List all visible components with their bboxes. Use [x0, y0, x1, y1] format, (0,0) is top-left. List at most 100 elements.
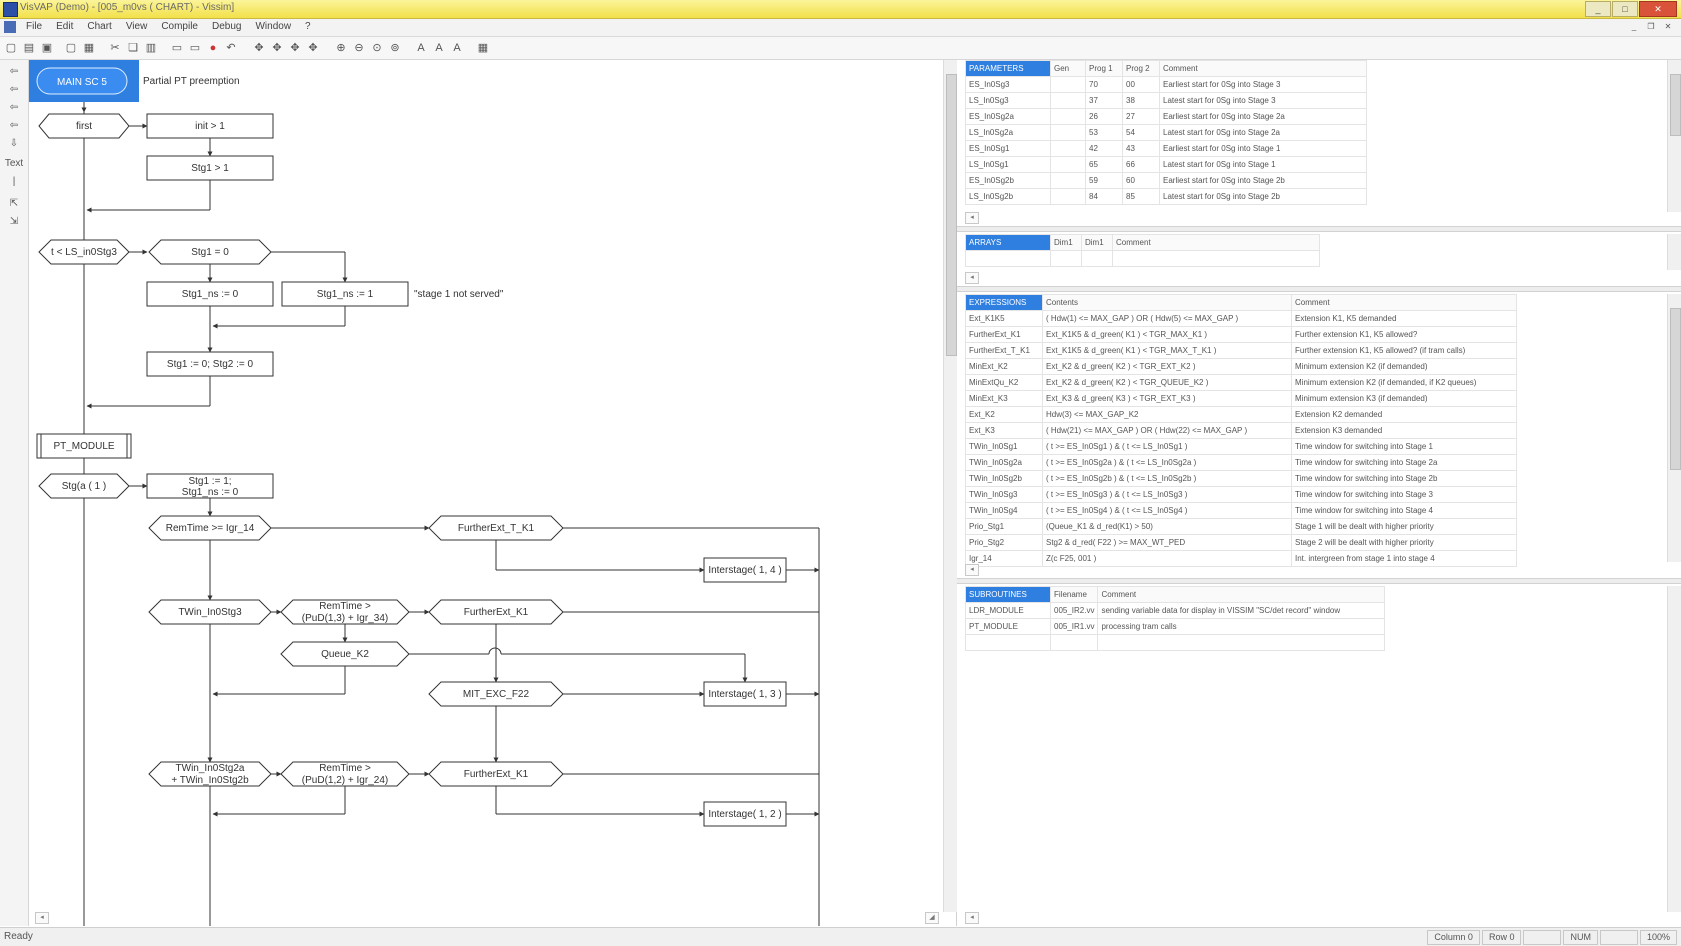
table-row[interactable]: Ext_K2 Hdw(3) <= MAX_GAP_K2 Extension K2 d… [965, 406, 1517, 423]
cell[interactable]: 60 [1122, 172, 1160, 189]
cell[interactable]: Minimum extension K3 (if demanded) [1291, 390, 1517, 407]
cell[interactable]: Stage 1 will be dealt with higher priori… [1291, 518, 1517, 535]
canvas-scroll-left-button[interactable]: ◂ [35, 912, 49, 924]
connector-tool[interactable]: ⇩ [2, 136, 26, 152]
cell[interactable]: Ext_K2 & d_green( K2 ) < TGR_EXT_K2 ) [1042, 358, 1292, 375]
cell[interactable]: 00 [1122, 76, 1160, 93]
align-top-tool[interactable]: ⇱ [2, 196, 26, 212]
cell[interactable]: Ext_K3 [965, 422, 1043, 439]
col-comment[interactable]: Comment [1159, 60, 1367, 77]
cell[interactable]: Earliest start for 0Sg into Stage 1 [1159, 140, 1367, 157]
cell[interactable]: Minimum extension K2 (if demanded, if K2… [1291, 374, 1517, 391]
zoom-page-icon[interactable]: ⊚ [388, 41, 402, 55]
cell[interactable]: Time window for switching into Stage 2a [1291, 454, 1517, 471]
expressions-scrollbar[interactable] [1667, 294, 1681, 562]
cell[interactable]: Int. intergreen from stage 1 into stage … [1291, 550, 1517, 567]
cell[interactable]: ( t >= ES_In0Sg2a ) & ( t <= LS_In0Sg2a … [1042, 454, 1292, 471]
table-row[interactable]: LDR_MODULE 005_IR2.vv sending variable dat… [965, 602, 1386, 619]
cell[interactable]: TWin_In0Sg4 [965, 502, 1043, 519]
cell[interactable] [1081, 250, 1113, 267]
arrays-scroll-left-button[interactable]: ◂ [965, 272, 979, 284]
splitter[interactable] [957, 286, 1681, 292]
col-comment[interactable]: Comment [1291, 294, 1517, 311]
minimize-button[interactable]: _ [1585, 1, 1611, 17]
cell[interactable]: MinExt_K2 [965, 358, 1043, 375]
cell[interactable]: FurtherExt_K1 [965, 326, 1043, 343]
grid-icon[interactable]: ▦ [476, 41, 490, 55]
parameters-scrollbar[interactable] [1667, 60, 1681, 212]
cell[interactable]: Further extension K1, K5 allowed? [1291, 326, 1517, 343]
cell[interactable]: 38 [1122, 92, 1160, 109]
expressions-scroll-left-button[interactable]: ◂ [965, 564, 979, 576]
align-bottom-tool[interactable]: ⇲ [2, 214, 26, 230]
table-row[interactable]: FurtherExt_K1 Ext_K1K5 & d_green( K1 ) < … [965, 326, 1517, 343]
cell[interactable]: FurtherExt_T_K1 [965, 342, 1043, 359]
table-row[interactable]: ES_In0Sg2a 26 27 Earliest start for 0Sg int… [965, 108, 1367, 125]
format-3-icon[interactable]: A [450, 41, 464, 55]
cell[interactable]: Ext_K2 [965, 406, 1043, 423]
move-up-icon[interactable]: ✥ [270, 41, 284, 55]
text-tool[interactable]: Text [2, 156, 26, 172]
col-dim2[interactable]: Dim1 [1081, 234, 1113, 251]
menu-edit[interactable]: Edit [56, 21, 73, 32]
cell[interactable]: Time window for switching into Stage 2b [1291, 470, 1517, 487]
cell[interactable]: 53 [1085, 124, 1123, 141]
cell[interactable]: LDR_MODULE [965, 602, 1051, 619]
close-button[interactable]: ✕ [1639, 1, 1677, 17]
zoom-in-icon[interactable]: ⊕ [334, 41, 348, 55]
parameters-scroll-left-button[interactable]: ◂ [965, 212, 979, 224]
col-contents[interactable]: Contents [1042, 294, 1292, 311]
table-row[interactable]: ES_In0Sg1 42 43 Earliest start for 0Sg into… [965, 140, 1367, 157]
cell[interactable]: 42 [1085, 140, 1123, 157]
mdi-close-button[interactable]: ✕ [1661, 21, 1675, 33]
parameters-header[interactable]: PARAMETERS [965, 60, 1051, 77]
cell[interactable]: ( t >= ES_In0Sg2b ) & ( t <= LS_In0Sg2b … [1042, 470, 1292, 487]
cell[interactable] [1050, 108, 1086, 125]
col-prog2[interactable]: Prog 2 [1122, 60, 1160, 77]
cell[interactable] [1050, 156, 1086, 173]
cell[interactable]: Earliest start for 0Sg into Stage 2b [1159, 172, 1367, 189]
copy-icon[interactable]: ❏ [126, 41, 140, 55]
table-row[interactable]: Ext_K1K5( Hdw(1) <= MAX_GAP ) OR ( Hdw(5… [965, 310, 1517, 327]
menu-view[interactable]: View [126, 21, 148, 32]
flowchart-canvas[interactable]: MAIN SC 5 Partial PT preemption first in… [29, 60, 957, 926]
col-filename[interactable]: Filename [1049, 586, 1099, 603]
menu-window[interactable]: Window [255, 21, 291, 32]
cell[interactable]: TWin_In0Sg1 [965, 438, 1043, 455]
document-icon[interactable] [4, 21, 16, 33]
paste-icon[interactable]: ▥ [144, 41, 158, 55]
menu-debug[interactable]: Debug [212, 21, 241, 32]
stop-icon[interactable]: ● [206, 41, 220, 55]
cell[interactable] [1049, 634, 1099, 651]
table-row[interactable]: Ext_K3( Hdw(21) <= MAX_GAP ) OR ( Hdw(22… [965, 422, 1517, 439]
cell[interactable]: 26 [1085, 108, 1123, 125]
cell[interactable]: 84 [1085, 188, 1123, 205]
move-right-icon[interactable]: ✥ [306, 41, 320, 55]
cell[interactable]: Earliest start for 0Sg into Stage 3 [1159, 76, 1367, 93]
subroutines-scroll-left-button[interactable]: ◂ [965, 912, 979, 924]
cell[interactable]: Minimum extension K2 (if demanded) [1291, 358, 1517, 375]
col-gen[interactable]: Gen [1050, 60, 1086, 77]
table-row[interactable]: LS_In0Sg2a 53 54 Latest start for 0Sg into … [965, 124, 1367, 141]
cell[interactable]: Extension K1, K5 demanded [1291, 310, 1517, 327]
cell[interactable]: Stg2 & d_red( F22 ) >= MAX_WT_PED [1042, 534, 1292, 551]
cell[interactable]: ES_In0Sg3 [965, 76, 1051, 93]
cell[interactable]: ( t >= ES_In0Sg3 ) & ( t <= LS_In0Sg3 ) [1042, 486, 1292, 503]
maximize-button[interactable]: □ [1612, 1, 1638, 17]
mdi-minimize-button[interactable]: _ [1627, 21, 1641, 33]
table-row[interactable]: Igr_14 Z(c F25, 001 ) Int. intergreen from… [965, 550, 1517, 567]
table-row[interactable]: MinExt_K2 Ext_K2 & d_green( K2 ) < TGR_EX… [965, 358, 1517, 375]
move-down-icon[interactable]: ✥ [288, 41, 302, 55]
decision-shape-tool[interactable]: ⇦ [2, 82, 26, 98]
cell[interactable]: Stage 2 will be dealt with higher priori… [1291, 534, 1517, 551]
cell[interactable]: LS_In0Sg2a [965, 124, 1051, 141]
cell[interactable]: Prio_Stg2 [965, 534, 1043, 551]
cell[interactable]: 005_IR1.vv [1049, 618, 1099, 635]
zoom-out-icon[interactable]: ⊖ [352, 41, 366, 55]
arrays-scrollbar[interactable] [1667, 234, 1681, 270]
cell[interactable]: ES_In0Sg2b [965, 172, 1051, 189]
cell[interactable]: 59 [1085, 172, 1123, 189]
cell[interactable]: 43 [1122, 140, 1160, 157]
parameters-scroll-thumb[interactable] [1670, 74, 1681, 136]
cell[interactable]: Ext_K1K5 [965, 310, 1043, 327]
